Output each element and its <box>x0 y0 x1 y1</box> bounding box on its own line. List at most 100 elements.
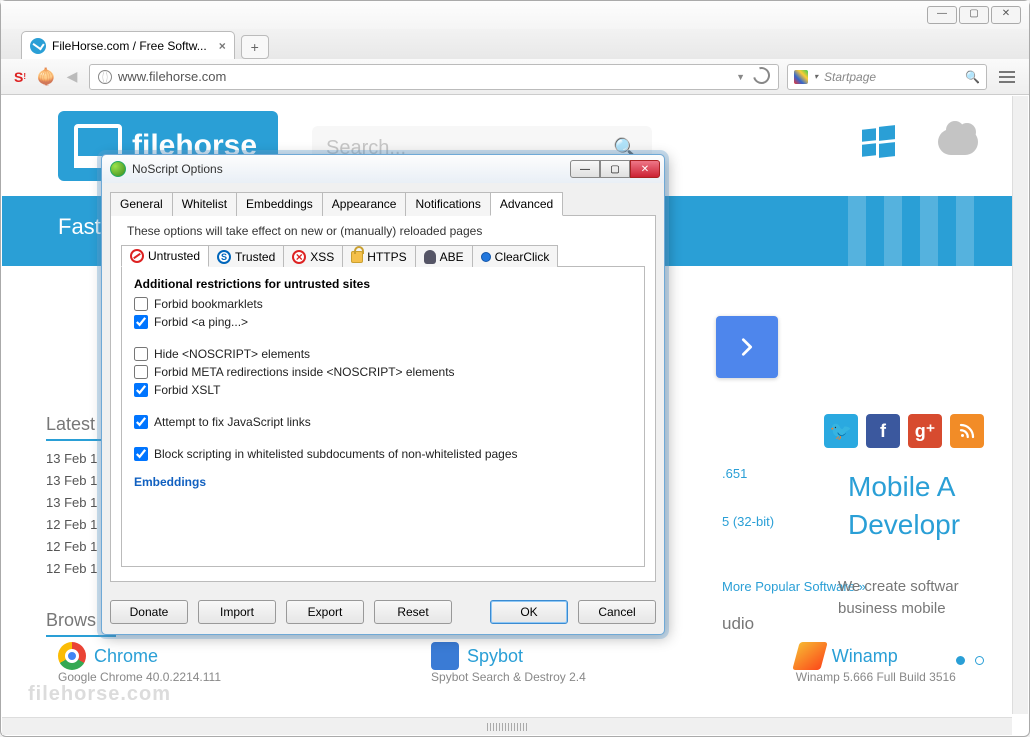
list-item[interactable]: 13 Feb 1 <box>46 492 97 514</box>
subtab-https[interactable]: HTTPS <box>342 245 415 267</box>
subtab-abe[interactable]: ABE <box>415 245 473 267</box>
minimize-button[interactable]: — <box>927 6 957 24</box>
vertical-scrollbar[interactable] <box>1012 96 1028 714</box>
search-icon[interactable]: 🔍 <box>965 70 980 84</box>
maximize-button[interactable]: ▢ <box>959 6 989 24</box>
reset-button[interactable]: Reset <box>374 600 452 624</box>
googleplus-icon[interactable]: g⁺ <box>908 414 942 448</box>
search-engine-icon[interactable] <box>794 70 808 84</box>
url-bar[interactable]: www.filehorse.com ▼ <box>89 64 779 90</box>
list-item[interactable]: 12 Feb 1 <box>46 558 97 580</box>
xss-icon <box>292 250 306 264</box>
checkbox-label: Forbid bookmarklets <box>154 297 263 311</box>
carousel-next-button[interactable] <box>716 316 778 378</box>
checkbox-1[interactable]: Forbid <a ping...> <box>134 315 632 329</box>
dialog-minimize-button[interactable]: — <box>570 160 600 178</box>
popular-link-1[interactable]: .651 <box>722 466 747 481</box>
checkbox-input[interactable] <box>134 447 148 461</box>
checkbox-2[interactable]: Hide <NOSCRIPT> elements <box>134 347 632 361</box>
horizontal-scrollbar[interactable] <box>2 717 1012 735</box>
subtab-trusted[interactable]: Trusted <box>208 245 284 267</box>
dot-active[interactable] <box>956 656 965 665</box>
checkbox-input[interactable] <box>134 415 148 429</box>
tab-appearance[interactable]: Appearance <box>322 192 407 216</box>
rss-icon[interactable] <box>950 414 984 448</box>
dialog-close-button[interactable]: ✕ <box>630 160 660 178</box>
checkbox-5[interactable]: Attempt to fix JavaScript links <box>134 415 632 429</box>
checkbox-label: Forbid <a ping...> <box>154 315 248 329</box>
cancel-button[interactable]: Cancel <box>578 600 656 624</box>
tab-title: FileHorse.com / Free Softw... <box>52 39 207 53</box>
app-winamp[interactable]: Winamp Winamp 5.666 Full Build 3516 <box>796 642 956 684</box>
app-chrome[interactable]: Chrome Google Chrome 40.0.2214.111 <box>58 642 221 684</box>
close-button[interactable]: ✕ <box>991 6 1021 24</box>
facebook-icon[interactable]: f <box>866 414 900 448</box>
subtab-untrusted[interactable]: Untrusted <box>121 245 209 267</box>
advanced-subtabs: Untrusted Trusted XSS HTTPS ABE ClearCli… <box>121 244 645 267</box>
reload-button[interactable] <box>753 67 770 87</box>
app-spybot[interactable]: Spybot Spybot Search & Destroy 2.4 <box>431 642 586 684</box>
dropdown-icon[interactable]: ▼ <box>736 72 745 82</box>
search-bar[interactable]: ▾ Startpage 🔍 <box>787 64 987 90</box>
subtab-xss[interactable]: XSS <box>283 245 343 267</box>
tab-notifications[interactable]: Notifications <box>405 192 490 216</box>
trusted-icon <box>217 250 231 264</box>
list-item[interactable]: 13 Feb 1 <box>46 470 97 492</box>
spybot-icon <box>431 642 459 670</box>
tab-general[interactable]: General <box>110 192 173 216</box>
tab-advanced[interactable]: Advanced <box>490 192 563 216</box>
latest-list: 13 Feb 1 13 Feb 1 13 Feb 1 12 Feb 1 12 F… <box>46 448 97 580</box>
dialog-titlebar[interactable]: NoScript Options — ▢ ✕ <box>102 155 664 183</box>
tab-close-icon[interactable]: × <box>219 39 226 53</box>
extension-icon-1[interactable]: S! <box>11 68 29 86</box>
social-links: 🐦 f g⁺ <box>824 414 984 448</box>
dialog-maximize-button[interactable]: ▢ <box>600 160 630 178</box>
checkbox-4[interactable]: Forbid XSLT <box>134 383 632 397</box>
checkbox-label: Block scripting in whitelisted subdocume… <box>154 447 518 461</box>
import-button[interactable]: Import <box>198 600 276 624</box>
subtab-clearclick[interactable]: ClearClick <box>472 245 559 267</box>
tor-icon[interactable]: 🧅 <box>37 68 55 86</box>
twitter-icon[interactable]: 🐦 <box>824 414 858 448</box>
checkbox-input[interactable] <box>134 347 148 361</box>
embeddings-link[interactable]: Embeddings <box>134 475 632 489</box>
cloud-icon[interactable] <box>938 129 978 155</box>
dot[interactable] <box>975 656 984 665</box>
watermark: filehorse.com <box>28 683 171 706</box>
new-tab-button[interactable]: + <box>241 35 269 59</box>
chrome-icon <box>58 642 86 670</box>
list-item[interactable]: 12 Feb 1 <box>46 514 97 536</box>
hero-decoration <box>848 196 988 266</box>
checkbox-label: Forbid XSLT <box>154 383 220 397</box>
checkbox-6[interactable]: Block scripting in whitelisted subdocume… <box>134 447 632 461</box>
search-placeholder: Startpage <box>824 70 876 84</box>
checkbox-input[interactable] <box>134 365 148 379</box>
checkbox-0[interactable]: Forbid bookmarklets <box>134 297 632 311</box>
checkbox-3[interactable]: Forbid META redirections inside <NOSCRIP… <box>134 365 632 379</box>
winamp-icon <box>792 642 828 670</box>
tab-whitelist[interactable]: Whitelist <box>172 192 237 216</box>
checkbox-input[interactable] <box>134 297 148 311</box>
popular-link-2[interactable]: 5 (32-bit) <box>722 514 774 529</box>
ok-button[interactable]: OK <box>490 600 568 624</box>
back-button[interactable]: ◀ <box>63 68 81 86</box>
browser-tab[interactable]: FileHorse.com / Free Softw... × <box>21 31 235 59</box>
menu-button[interactable] <box>995 65 1019 89</box>
tab-embeddings[interactable]: Embeddings <box>236 192 323 216</box>
donate-button[interactable]: Donate <box>110 600 188 624</box>
browser-titlebar: — ▢ ✕ <box>1 1 1029 29</box>
group-title: Additional restrictions for untrusted si… <box>134 277 632 291</box>
list-item[interactable]: 12 Feb 1 <box>46 536 97 558</box>
export-button[interactable]: Export <box>286 600 364 624</box>
checkbox-input[interactable] <box>134 315 148 329</box>
checkbox-input[interactable] <box>134 383 148 397</box>
dialog-tabs: General Whitelist Embeddings Appearance … <box>110 191 656 216</box>
checkbox-label: Hide <NOSCRIPT> elements <box>154 347 310 361</box>
category-fragment: udio <box>722 614 754 634</box>
nav-bar: S! 🧅 ◀ www.filehorse.com ▼ ▾ Startpage 🔍 <box>1 59 1029 95</box>
apps-row: Chrome Google Chrome 40.0.2214.111 Spybo… <box>58 642 956 684</box>
windows-icon[interactable] <box>862 126 894 158</box>
carousel-dots <box>956 656 984 665</box>
url-actions: ▼ <box>736 67 770 87</box>
list-item[interactable]: 13 Feb 1 <box>46 448 97 470</box>
